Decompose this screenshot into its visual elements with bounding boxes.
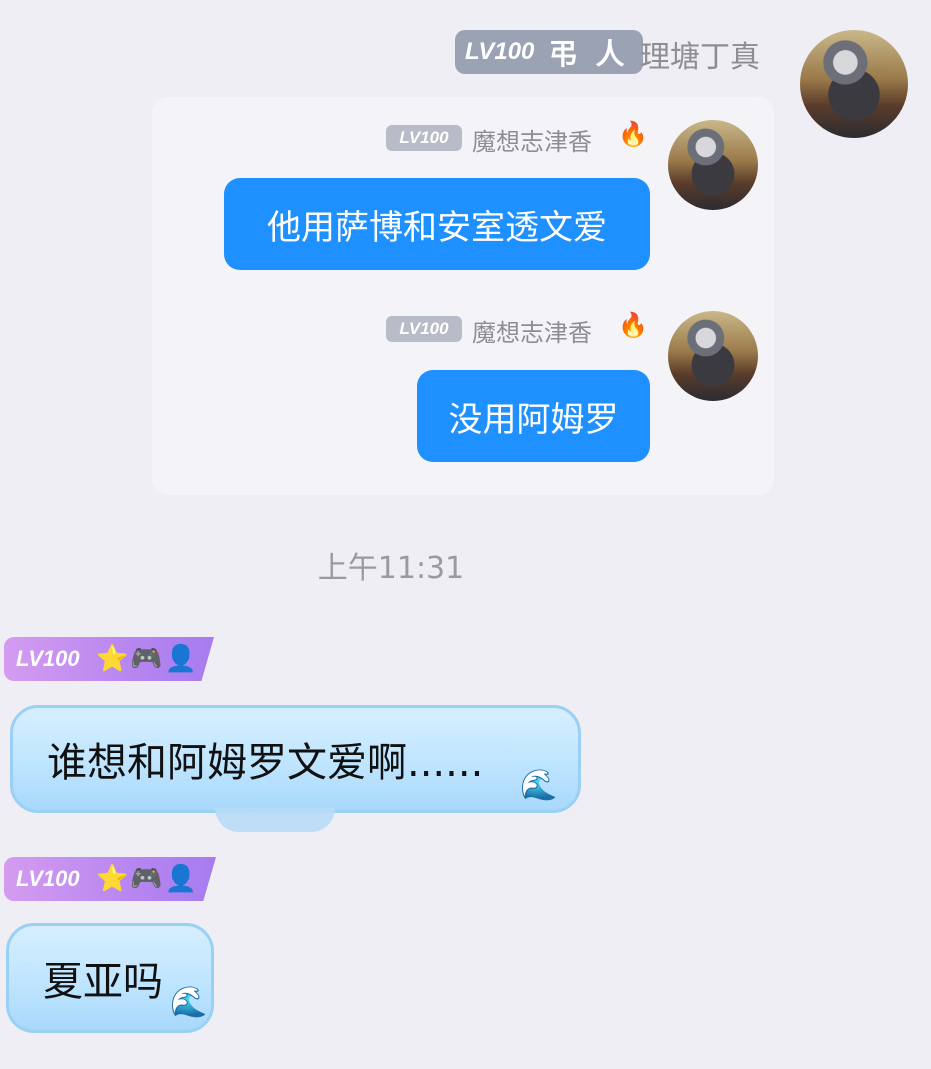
member-badge: LV100 ⭐ 🎮 👤 (4, 637, 214, 681)
user-icon: 👤 (164, 864, 198, 894)
sender-avatar[interactable] (800, 30, 908, 138)
message-bubble[interactable]: 谁想和阿姆罗文爱啊...... (10, 705, 581, 813)
star-icon: ⭐ (96, 864, 129, 894)
fire-icon: 🔥 (618, 311, 648, 339)
level-badge: LV100 (386, 316, 462, 342)
timestamp: 上午11:31 (317, 551, 465, 586)
level-badge: LV100 (16, 866, 80, 891)
user-icon: 👤 (164, 644, 198, 674)
sender-avatar (668, 311, 758, 401)
star-icon: ⭐ (96, 644, 129, 674)
gamepad-icon: 🎮 (130, 644, 163, 674)
sender-name[interactable]: 理塘丁真 (640, 32, 760, 76)
message-bubble[interactable]: 他用萨博和安室透文爱 (224, 178, 650, 270)
message-bubble[interactable]: 没用阿姆罗 (417, 370, 650, 462)
bubble-tail (215, 808, 335, 832)
member-badge: LV100 ⭐ 🎮 👤 (4, 857, 216, 901)
sender-avatar (668, 120, 758, 210)
level-badge: LV100 (465, 38, 535, 65)
wave-icon: 🌊 (520, 768, 558, 803)
gamepad-icon: 🎮 (130, 864, 163, 894)
message-text: 夏亚吗 (43, 959, 163, 1005)
member-title-chip: LV100 弔 人 (455, 30, 643, 74)
level-badge: LV100 (386, 125, 462, 151)
sender-name: 魔想志津香 (472, 319, 592, 347)
member-title: 弔 人 (548, 37, 629, 71)
message-text: 谁想和阿姆罗文爱啊...... (47, 740, 484, 786)
fire-icon: 🔥 (618, 120, 648, 148)
level-badge: LV100 (16, 646, 80, 671)
sender-name: 魔想志津香 (472, 128, 592, 156)
wave-icon: 🌊 (170, 985, 208, 1020)
